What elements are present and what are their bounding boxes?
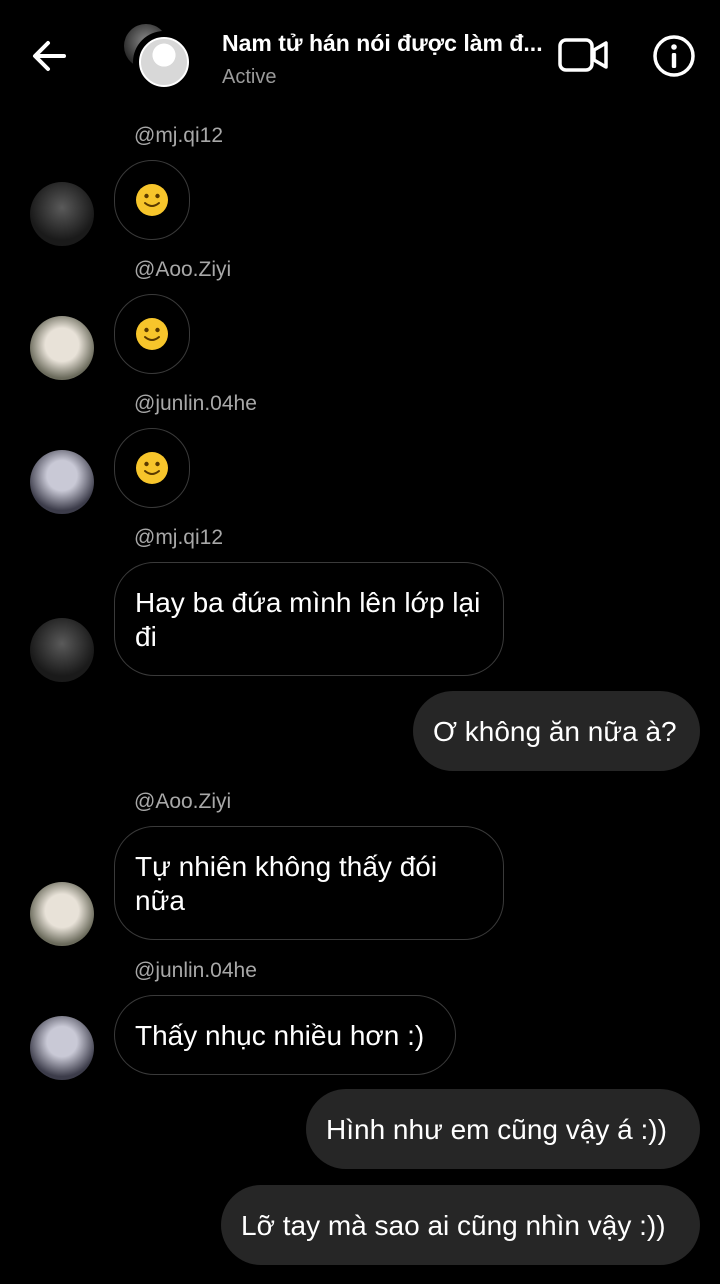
message-bubble[interactable]: Thấy nhục nhiều hơn :)	[114, 995, 456, 1075]
sender-username[interactable]: @Aoo.Ziyi	[134, 790, 231, 814]
slightly-smiling-face-icon	[136, 318, 168, 350]
message-bubble[interactable]: Hay ba đứa mình lên lớp lại đi	[114, 562, 504, 676]
outgoing-message-bubble[interactable]: Lỡ tay mà sao ai cũng nhìn vậy :))	[221, 1185, 700, 1265]
chat-header: Nam tử hán nói được làm đ... Active	[0, 0, 720, 110]
outgoing-message-bubble[interactable]: Hình như em cũng vậy á :))	[306, 1089, 700, 1169]
avatar[interactable]	[30, 316, 94, 380]
group-avatar[interactable]	[124, 24, 194, 94]
avatar[interactable]	[30, 882, 94, 946]
outgoing-message-bubble[interactable]: Ơ không ăn nữa à?	[413, 691, 700, 771]
message-bubble[interactable]	[114, 160, 190, 240]
sender-username[interactable]: @mj.qi12	[134, 526, 223, 550]
sender-username[interactable]: @junlin.04he	[134, 959, 257, 983]
sender-username[interactable]: @mj.qi12	[134, 124, 223, 148]
avatar[interactable]	[30, 1016, 94, 1080]
avatar[interactable]	[30, 450, 94, 514]
video-call-button[interactable]	[556, 34, 612, 76]
chat-title[interactable]: Nam tử hán nói được làm đ...	[222, 30, 562, 57]
video-call-icon	[558, 38, 608, 72]
sender-username[interactable]: @Aoo.Ziyi	[134, 258, 231, 282]
back-arrow-icon	[33, 41, 66, 71]
message-bubble[interactable]	[114, 294, 190, 374]
group-avatar-front	[136, 34, 192, 90]
back-button[interactable]	[26, 32, 74, 80]
active-status: Active	[222, 66, 277, 88]
info-icon	[653, 35, 695, 77]
message-bubble[interactable]	[114, 428, 190, 508]
sender-username[interactable]: @junlin.04he	[134, 392, 257, 416]
slightly-smiling-face-icon	[136, 452, 168, 484]
avatar[interactable]	[30, 618, 94, 682]
info-button[interactable]	[650, 32, 698, 80]
message-bubble[interactable]: Tự nhiên không thấy đói nữa	[114, 826, 504, 940]
slightly-smiling-face-icon	[136, 184, 168, 216]
avatar[interactable]	[30, 182, 94, 246]
